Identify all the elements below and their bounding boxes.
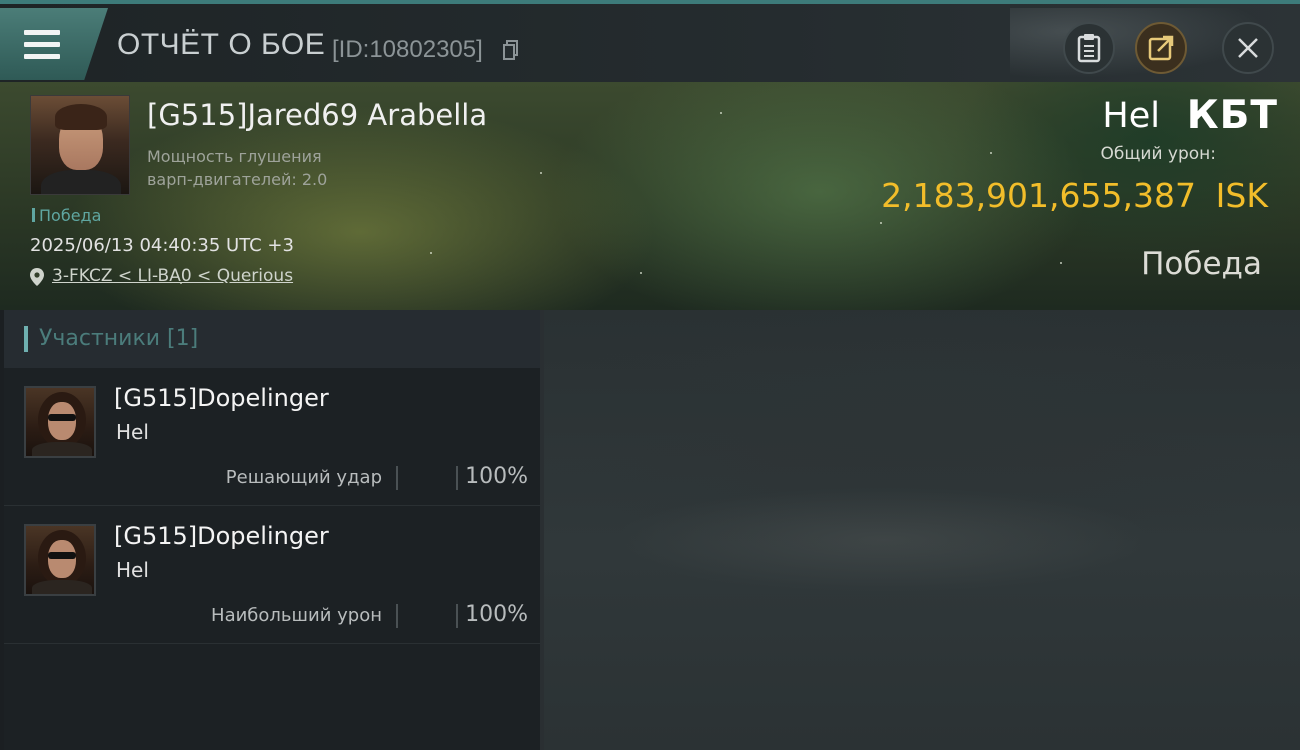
total-damage-label: Общий урон: xyxy=(1100,144,1216,164)
participants-header[interactable]: Участники [1] xyxy=(4,310,540,368)
share-icon xyxy=(1148,35,1174,61)
header-bar: ОТЧЁТ О БОЕ [ID:10802305] xyxy=(0,4,1300,86)
copy-icon[interactable] xyxy=(503,40,519,60)
participant-percent: 100% xyxy=(465,464,528,489)
participant-name: [G515]Dopelinger xyxy=(114,384,329,412)
battle-id: [ID:10802305] xyxy=(332,36,483,63)
pilot-name[interactable]: [G515]Jared69 Arabella xyxy=(147,98,487,132)
pilot-stat-line2: варп-двигателей: 2.0 xyxy=(147,170,328,189)
participant-row[interactable]: [G515]Dopelinger Hel Решающий удар 100% xyxy=(4,368,540,506)
battle-location-link[interactable]: 3-FKCZ < LI-BA0 < Querious xyxy=(30,266,293,286)
damage-unit: ISK xyxy=(1215,176,1268,215)
detail-area xyxy=(544,310,1300,750)
participants-title: Участники [1] xyxy=(39,326,199,351)
total-damage-value: 2,183,901,655,387 xyxy=(881,176,1196,215)
participant-role: Наибольший урон xyxy=(211,605,382,626)
pilot-avatar[interactable] xyxy=(30,95,130,195)
divider xyxy=(456,604,458,628)
participants-panel: Участники [1] [G515]Dopelinger Hel Решаю… xyxy=(4,310,540,750)
participant-name: [G515]Dopelinger xyxy=(114,522,329,550)
participant-ship: Hel xyxy=(116,558,149,582)
menu-icon xyxy=(24,30,60,60)
close-button[interactable] xyxy=(1222,22,1274,74)
participant-avatar[interactable] xyxy=(24,386,96,458)
pilot-stat-line1: Мощность глушения xyxy=(147,147,322,166)
battle-datetime: 2025/06/13 04:40:35 UTC +3 xyxy=(30,235,294,256)
page-title: ОТЧЁТ О БОЕ xyxy=(117,28,326,61)
close-icon xyxy=(1238,38,1258,58)
battle-result: Победа xyxy=(1141,246,1262,282)
participant-avatar[interactable] xyxy=(24,524,96,596)
ship-class: КБТ xyxy=(1186,93,1278,138)
participant-row[interactable]: [G515]Dopelinger Hel Наибольший урон 100… xyxy=(4,506,540,644)
participant-ship: Hel xyxy=(116,420,149,444)
ship-name: Hel xyxy=(1102,96,1160,136)
result-tag-label: Победа xyxy=(39,206,102,225)
divider xyxy=(456,466,458,490)
participant-percent: 100% xyxy=(465,602,528,627)
share-button[interactable] xyxy=(1135,22,1187,74)
divider xyxy=(396,466,398,490)
divider xyxy=(396,604,398,628)
result-tag: Победа xyxy=(32,206,101,225)
clipboard-icon xyxy=(1077,34,1101,63)
menu-button[interactable] xyxy=(0,8,108,80)
pilot-stat: Мощность глушения варп-двигателей: 2.0 xyxy=(147,145,327,191)
location-pin-icon xyxy=(30,268,44,286)
location-text[interactable]: 3-FKCZ < LI-BA0 < Querious xyxy=(52,266,293,286)
participant-role: Решающий удар xyxy=(225,467,382,488)
clipboard-button[interactable] xyxy=(1063,22,1115,74)
